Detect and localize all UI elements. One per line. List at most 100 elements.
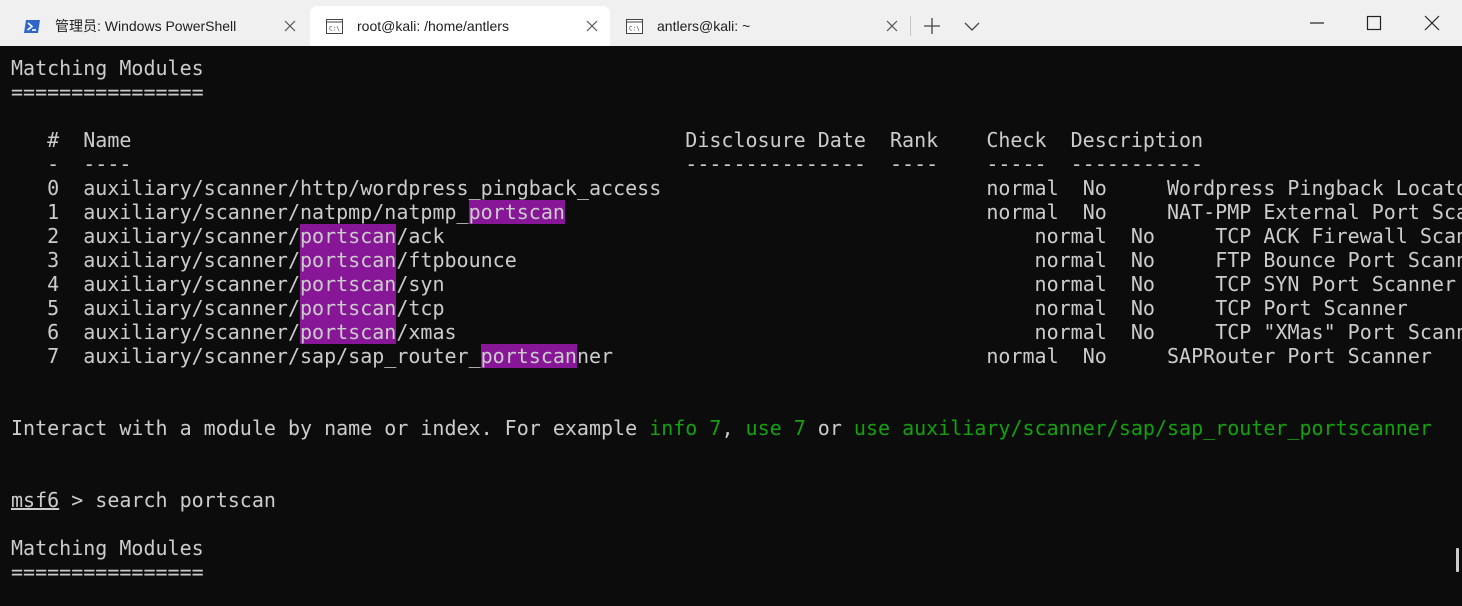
row-rank: normal bbox=[986, 176, 1059, 200]
row-name: auxiliary/scanner/ bbox=[83, 224, 301, 248]
hint-text: Interact with a module by name or index.… bbox=[11, 416, 650, 440]
table-header-underline: - ---- --------------- ---- ----- ------… bbox=[11, 152, 1204, 176]
tab-antlers-kali[interactable]: C:\ antlers@kali: ~ bbox=[610, 6, 910, 46]
row-check: No bbox=[1130, 224, 1155, 248]
row-name-match: portscan bbox=[480, 344, 577, 368]
row-description: TCP Port Scanner bbox=[1215, 296, 1408, 320]
row-name-match: portscan bbox=[468, 200, 565, 224]
row-gap bbox=[782, 200, 987, 224]
minimize-icon[interactable] bbox=[1306, 12, 1328, 34]
table-header: # Name Disclosure Date Rank Check Descri… bbox=[11, 128, 1204, 152]
hint-use-full-command: use auxiliary/scanner/sap/sap_router_por… bbox=[853, 416, 1432, 440]
table-row: 3 auxiliary/scanner/portscan/ftpbounce n… bbox=[11, 248, 1462, 272]
row-name: auxiliary/scanner/ bbox=[83, 248, 301, 272]
row-rank: normal bbox=[1034, 320, 1107, 344]
terminal-icon: C:\ bbox=[626, 18, 643, 34]
row-name: auxiliary/scanner/http/wordpress_pingbac… bbox=[83, 176, 662, 200]
row-gap bbox=[1107, 272, 1131, 296]
row-name: auxiliary/scanner/ bbox=[83, 296, 301, 320]
table-row: 0 auxiliary/scanner/http/wordpress_pingb… bbox=[11, 176, 1462, 200]
row-rank: normal bbox=[986, 344, 1059, 368]
hint-use-command: use 7 bbox=[745, 416, 806, 440]
row-gap bbox=[830, 272, 1035, 296]
row-gap bbox=[59, 344, 83, 368]
hint-info-command: info 7 bbox=[649, 416, 722, 440]
row-padding bbox=[661, 176, 781, 200]
terminal-window: 管理员: Windows PowerShell C:\ root@kali: /… bbox=[0, 0, 1462, 606]
terminal-icon: C:\ bbox=[326, 18, 343, 34]
tab-root-kali[interactable]: C:\ root@kali: /home/antlers bbox=[310, 6, 610, 46]
row-check: No bbox=[1130, 248, 1155, 272]
row-padding bbox=[445, 224, 830, 248]
row-description: TCP "XMas" Port Scanner bbox=[1215, 320, 1462, 344]
row-name-rest: /xmas bbox=[396, 320, 457, 344]
row-name: auxiliary/scanner/ bbox=[83, 320, 301, 344]
row-rank: normal bbox=[986, 200, 1059, 224]
interact-hint: Interact with a module by name or index.… bbox=[11, 416, 1432, 440]
close-icon[interactable] bbox=[282, 18, 298, 34]
row-gap bbox=[1059, 200, 1083, 224]
row-name-rest: ner bbox=[576, 344, 614, 368]
prompt-arrow: > bbox=[59, 488, 96, 512]
row-rank: normal bbox=[1034, 296, 1107, 320]
row-padding bbox=[457, 320, 830, 344]
row-gap bbox=[59, 296, 83, 320]
row-index: 6 bbox=[47, 320, 60, 344]
terminal-output[interactable]: Matching Modules ================ # Name… bbox=[0, 46, 1462, 606]
row-name-rest: /syn bbox=[396, 272, 445, 296]
table-row: 1 auxiliary/scanner/natpmp/natpmp_portsc… bbox=[11, 200, 1462, 224]
table-row: 2 auxiliary/scanner/portscan/ack normal … bbox=[11, 224, 1462, 248]
prompt-command: search portscan bbox=[95, 488, 276, 512]
tab-bar: 管理员: Windows PowerShell C:\ root@kali: /… bbox=[0, 0, 1462, 46]
row-description: FTP Bounce Port Scanner bbox=[1215, 248, 1462, 272]
row-indent bbox=[11, 200, 47, 224]
row-gap bbox=[1107, 200, 1167, 224]
chevron-down-icon[interactable] bbox=[962, 16, 982, 36]
row-name-match: portscan bbox=[300, 320, 397, 344]
row-gap bbox=[782, 344, 987, 368]
table-row: 7 auxiliary/scanner/sap/sap_router_ports… bbox=[11, 344, 1432, 368]
row-gap bbox=[1155, 272, 1215, 296]
row-indent bbox=[11, 320, 47, 344]
row-gap bbox=[1059, 176, 1083, 200]
row-gap bbox=[59, 320, 83, 344]
row-gap bbox=[782, 176, 987, 200]
row-check: No bbox=[1082, 344, 1107, 368]
row-index: 1 bbox=[47, 200, 60, 224]
row-description: TCP SYN Port Scanner bbox=[1215, 272, 1457, 296]
row-description: SAPRouter Port Scanner bbox=[1167, 344, 1432, 368]
row-gap bbox=[59, 176, 83, 200]
maximize-icon[interactable] bbox=[1363, 12, 1385, 34]
tab-title: 管理员: Windows PowerShell bbox=[55, 18, 237, 34]
row-check: No bbox=[1130, 320, 1155, 344]
tab-separator bbox=[910, 16, 911, 36]
row-gap bbox=[59, 224, 83, 248]
close-icon[interactable] bbox=[584, 18, 600, 34]
heading-rule: ================ bbox=[11, 80, 204, 104]
row-check: No bbox=[1082, 176, 1107, 200]
close-window-icon[interactable] bbox=[1421, 12, 1443, 34]
table-row: 5 auxiliary/scanner/portscan/tcp normal … bbox=[11, 296, 1408, 320]
section-heading: Matching Modules bbox=[11, 56, 204, 80]
row-indent bbox=[11, 224, 47, 248]
scrollbar-thumb[interactable] bbox=[1456, 548, 1459, 572]
tab-powershell[interactable]: 管理员: Windows PowerShell bbox=[8, 6, 308, 46]
row-gap bbox=[59, 200, 83, 224]
row-check: No bbox=[1130, 296, 1155, 320]
row-name-match: portscan bbox=[300, 296, 397, 320]
row-index: 7 bbox=[47, 344, 60, 368]
row-name-rest: /tcp bbox=[396, 296, 445, 320]
row-rank: normal bbox=[1034, 248, 1107, 272]
row-gap bbox=[1155, 224, 1215, 248]
row-gap bbox=[1155, 320, 1215, 344]
row-description: NAT-PMP External Port Scanner bbox=[1167, 200, 1462, 224]
row-index: 5 bbox=[47, 296, 60, 320]
close-icon[interactable] bbox=[884, 18, 900, 34]
command-prompt[interactable]: msf6 > search portscan bbox=[11, 488, 276, 512]
new-tab-icon[interactable] bbox=[922, 16, 942, 36]
row-index: 0 bbox=[47, 176, 60, 200]
row-indent bbox=[11, 176, 47, 200]
row-gap bbox=[59, 272, 83, 296]
row-gap bbox=[1107, 296, 1131, 320]
row-check: No bbox=[1130, 272, 1155, 296]
